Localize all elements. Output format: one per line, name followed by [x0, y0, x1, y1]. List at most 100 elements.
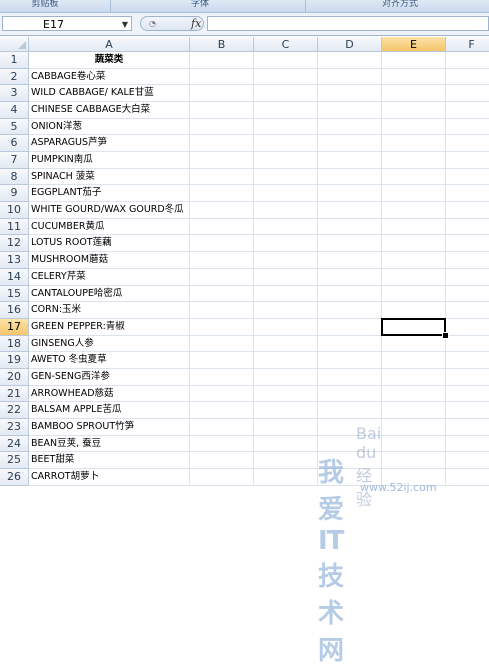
cell[interactable] — [190, 435, 254, 453]
row-header[interactable]: 17 — [0, 318, 29, 336]
cell-a[interactable]: CARROT胡萝卜 — [29, 469, 190, 486]
cell[interactable] — [254, 368, 318, 386]
row-header[interactable]: 10 — [0, 202, 29, 219]
cell-a[interactable]: BAMBOO SPROUT竹笋 — [29, 418, 190, 436]
cell[interactable] — [382, 102, 446, 119]
row-header[interactable]: 18 — [0, 335, 29, 353]
cell[interactable] — [254, 285, 318, 303]
cell[interactable] — [254, 302, 318, 319]
cell-a[interactable]: GINSENG人参 — [29, 335, 190, 353]
cell[interactable] — [446, 252, 489, 269]
cell[interactable] — [190, 385, 254, 403]
cell[interactable] — [190, 202, 254, 219]
ribbon-group-font[interactable]: 字体 — [150, 0, 250, 12]
cell-a[interactable]: GREEN PEPPER:青椒 — [29, 318, 190, 336]
cell-a[interactable]: CUCUMBER黄瓜 — [29, 218, 190, 236]
ribbon-group-alignment[interactable]: 对齐方式 — [320, 0, 480, 12]
cell[interactable] — [190, 368, 254, 386]
row-header[interactable]: 16 — [0, 302, 29, 319]
cell[interactable] — [190, 352, 254, 369]
cell-a[interactable]: 蔬菜类 — [29, 52, 190, 69]
row-header[interactable]: 2 — [0, 68, 29, 86]
cell[interactable] — [190, 68, 254, 86]
cell-a[interactable]: ONION洋葱 — [29, 118, 190, 136]
cell[interactable] — [254, 469, 318, 486]
cell[interactable] — [446, 219, 489, 236]
cell[interactable] — [382, 68, 446, 86]
cell[interactable] — [446, 386, 489, 403]
cell[interactable] — [254, 235, 318, 253]
cell[interactable] — [318, 185, 382, 203]
cell[interactable] — [318, 302, 382, 319]
cell[interactable] — [318, 235, 382, 253]
cell[interactable] — [318, 135, 382, 153]
cell[interactable] — [254, 268, 318, 286]
row-header[interactable]: 1 — [0, 52, 29, 69]
cell[interactable] — [254, 85, 318, 103]
cell[interactable] — [382, 202, 446, 219]
cell[interactable] — [446, 52, 489, 69]
cell[interactable] — [190, 218, 254, 236]
row-header[interactable]: 20 — [0, 368, 29, 386]
cell[interactable] — [254, 202, 318, 219]
cell[interactable] — [318, 252, 382, 269]
cell[interactable] — [446, 352, 489, 369]
active-cell-border[interactable] — [381, 317, 446, 336]
cell[interactable] — [446, 85, 489, 103]
cell[interactable] — [446, 369, 489, 386]
cell[interactable] — [254, 102, 318, 119]
row-header[interactable]: 26 — [0, 469, 29, 486]
cell[interactable] — [254, 218, 318, 236]
cell[interactable] — [318, 452, 382, 469]
cell[interactable] — [382, 52, 446, 69]
cell[interactable] — [190, 52, 254, 69]
row-header[interactable]: 21 — [0, 385, 29, 403]
cell[interactable] — [190, 118, 254, 136]
cell[interactable] — [446, 102, 489, 119]
cell[interactable] — [318, 52, 382, 69]
cell[interactable] — [254, 435, 318, 453]
cell[interactable] — [190, 268, 254, 286]
cell[interactable] — [446, 269, 489, 286]
ribbon-group-clipboard[interactable]: 剪贴板 — [10, 0, 80, 12]
cell[interactable] — [190, 285, 254, 303]
cell[interactable] — [382, 285, 446, 303]
cell[interactable] — [190, 452, 254, 469]
cell[interactable] — [318, 85, 382, 103]
cell[interactable] — [318, 202, 382, 219]
cell[interactable] — [446, 436, 489, 453]
cell[interactable] — [190, 102, 254, 119]
cell[interactable] — [382, 435, 446, 453]
cell[interactable] — [318, 352, 382, 369]
cell[interactable] — [446, 135, 489, 153]
row-header[interactable]: 5 — [0, 118, 29, 136]
cell[interactable] — [318, 435, 382, 453]
cell-a[interactable]: CABBAGE卷心菜 — [29, 68, 190, 86]
row-header[interactable]: 12 — [0, 235, 29, 253]
cell[interactable] — [318, 285, 382, 303]
cell-a[interactable]: PUMPKIN南瓜 — [29, 152, 190, 169]
cell[interactable] — [382, 418, 446, 436]
cell[interactable] — [446, 152, 489, 169]
cell[interactable] — [254, 252, 318, 269]
cell-a[interactable]: GEN-SENG西洋参 — [29, 368, 190, 386]
cell[interactable] — [446, 69, 489, 86]
cell[interactable] — [254, 418, 318, 436]
cell[interactable] — [318, 368, 382, 386]
cell-a[interactable]: MUSHROOM蘑菇 — [29, 252, 190, 269]
row-header[interactable]: 11 — [0, 218, 29, 236]
cell-a[interactable]: BEET甜菜 — [29, 452, 190, 469]
cell-a[interactable]: ASPARAGUS芦笋 — [29, 135, 190, 153]
cell[interactable] — [254, 52, 318, 69]
cell[interactable] — [382, 352, 446, 369]
row-header[interactable]: 14 — [0, 268, 29, 286]
cell[interactable] — [446, 185, 489, 203]
cell[interactable] — [382, 368, 446, 386]
cell[interactable] — [318, 268, 382, 286]
cell[interactable] — [382, 469, 446, 486]
cell-a[interactable]: WHITE GOURD/WAX GOURD冬瓜 — [29, 202, 190, 219]
cell-a[interactable]: CELERY芹菜 — [29, 268, 190, 286]
cell[interactable] — [254, 185, 318, 203]
cell[interactable] — [190, 135, 254, 153]
cell[interactable] — [190, 85, 254, 103]
